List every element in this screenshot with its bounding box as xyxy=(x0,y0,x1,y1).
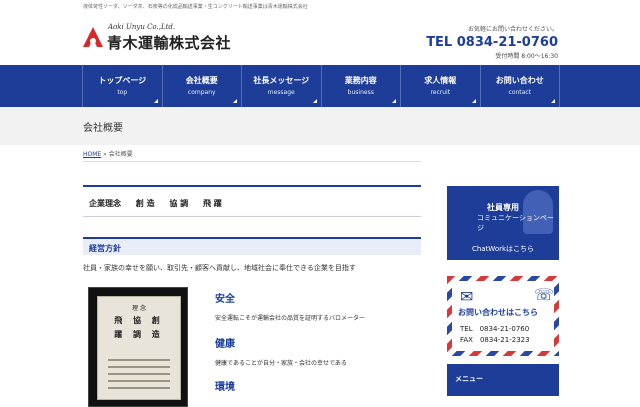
value-description: 健康であることが自分・家族・会社の幸せである xyxy=(215,360,347,367)
philosophy-word: 創 造 xyxy=(135,199,155,208)
corner-arrow-icon xyxy=(471,99,476,103)
chat-banner-cta: ChatWorkはこちら xyxy=(471,245,535,253)
philosophy-label: 企業理念 xyxy=(89,199,121,208)
page-title: 会社概要 xyxy=(83,123,123,134)
philosophy-box: 企業理念 創 造 協 調 飛 躍 xyxy=(83,185,421,217)
policy-heading: 経営方針 xyxy=(83,237,421,255)
contact-banner-tel: TEL 0834-21-0760 xyxy=(460,325,530,333)
nav-item-message[interactable]: 社長メッセージ message xyxy=(241,65,321,107)
header-phone-number[interactable]: TEL 0834-21-0760 xyxy=(426,35,558,50)
nav-label: 求人情報 xyxy=(424,76,457,85)
nav-item-business[interactable]: 業務内容 business xyxy=(320,65,401,107)
company-logo[interactable]: Aoki Unyu Co.,Ltd. 青木運輸株式会社 xyxy=(82,22,232,54)
breadcrumb-current: 会社概要 xyxy=(108,151,133,158)
nav-item-contact[interactable]: お問い合わせ contact xyxy=(479,65,560,107)
aoki-a-logo-icon xyxy=(83,27,103,47)
breadcrumb-home-link[interactable]: HOME xyxy=(83,151,101,158)
corner-arrow-icon xyxy=(153,99,158,103)
contact-banner-title: お問い合わせはこちら xyxy=(458,308,538,317)
breadcrumb: HOME » 会社概要 xyxy=(83,149,133,158)
sidebar: 社員専用 コミュニケーションページ ChatWorkはこちら ✉ ☏ お問い合わ… xyxy=(447,186,559,396)
nav-sublabel: message xyxy=(267,89,295,96)
page-title-band: 会社概要 xyxy=(0,107,640,145)
nav-label: 社長メッセージ xyxy=(253,76,310,85)
philosophy-word: 飛 躍 xyxy=(202,199,222,208)
nav-item-company[interactable]: 会社概要 company xyxy=(161,65,242,107)
corner-arrow-icon xyxy=(312,99,317,103)
nav-sublabel: recruit xyxy=(430,89,451,96)
philosophy-word: 協 調 xyxy=(169,199,189,208)
nav-sublabel: contact xyxy=(508,89,531,96)
nav-sublabel: business xyxy=(347,89,374,96)
logo-company-name: 青木運輸株式会社 xyxy=(107,34,232,52)
value-title: 環境 xyxy=(215,382,235,393)
nav-label: 会社概要 xyxy=(185,76,218,85)
header-tagline: 液体苛性ソーダ、ソーダ灰、石炭等の化成品輸送事業・生コンクリート輸送事業は青木運… xyxy=(83,4,308,10)
photo-text-row: 飛 協 創 xyxy=(114,315,164,325)
envelope-icon: ✉ xyxy=(460,287,474,306)
divider xyxy=(83,161,421,162)
chat-banner-label: 社員専用 xyxy=(487,202,519,212)
nav-label: 業務内容 xyxy=(344,76,377,85)
value-environment: 環境 xyxy=(215,378,235,393)
value-title: 健康 xyxy=(215,339,235,350)
value-health: 健康 健康であることが自分・家族・会社の幸せである xyxy=(215,335,347,367)
nav-sublabel: company xyxy=(187,89,216,96)
policy-text: 社員・家族の幸せを願い、取引先・顧客へ貢献し、地域社会に奉仕できる企業を目指す xyxy=(83,264,356,272)
nav-label: トップページ xyxy=(98,76,147,85)
logo-english-name: Aoki Unyu Co.,Ltd. xyxy=(108,23,176,31)
global-nav: トップページ top 会社概要 company 社長メッセージ message … xyxy=(0,65,640,107)
business-hours: 受付時間 8:00〜16:30 xyxy=(495,53,558,60)
header-contact: お気軽にお問い合わせください。 TEL 0834-21-0760 受付時間 8:… xyxy=(426,24,558,60)
contact-banner[interactable]: ✉ ☏ お問い合わせはこちら TEL 0834-21-0760 FAX 0834… xyxy=(447,276,559,356)
value-safety: 安全 安全運転こそが運輸会社の品質を証明するバロメーター xyxy=(215,290,365,322)
phone-icon: ☏ xyxy=(534,285,555,304)
sidebar-menu-heading: メニュー xyxy=(447,364,559,396)
breadcrumb-separator: » xyxy=(101,151,109,158)
nav-label: お問い合わせ xyxy=(495,76,544,85)
nav-item-top[interactable]: トップページ top xyxy=(82,65,162,107)
photo-title: 理 念 xyxy=(132,305,146,312)
corner-arrow-icon xyxy=(551,99,555,103)
framed-philosophy-photo: 理 念 飛 協 創 躍 調 造 xyxy=(88,287,188,407)
chat-banner-sublabel: コミュニケーションページ xyxy=(477,214,554,232)
nav-item-recruit[interactable]: 求人情報 recruit xyxy=(400,65,480,107)
chatwork-banner[interactable]: 社員専用 コミュニケーションページ ChatWorkはこちら xyxy=(447,186,559,260)
corner-arrow-icon xyxy=(392,99,396,103)
contact-note: お気軽にお問い合わせください。 xyxy=(467,26,558,33)
photo-text-row: 躍 調 造 xyxy=(114,329,164,339)
corner-arrow-icon xyxy=(233,99,237,103)
nav-sublabel: top xyxy=(117,89,128,96)
main-content: 企業理念 創 造 協 調 飛 躍 経営方針 社員・家族の幸せを願い、取引先・顧客… xyxy=(83,185,421,407)
contact-banner-fax: FAX 0834-21-2323 xyxy=(460,336,530,344)
value-description: 安全運転こそが運輸会社の品質を証明するバロメーター xyxy=(215,315,366,322)
value-title: 安全 xyxy=(215,294,235,305)
